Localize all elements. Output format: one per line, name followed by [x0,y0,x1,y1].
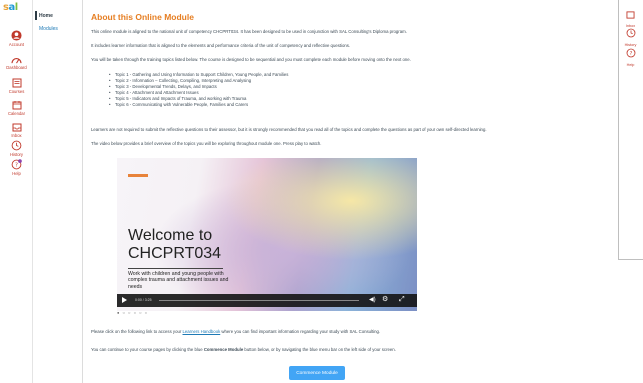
course-nav-home[interactable]: Home [39,13,53,19]
nav-calendar-label: Calendar [8,111,25,116]
help-icon: ? [11,159,22,170]
video-divider [128,268,223,269]
video-controls: 0:00 / 3:25 ◀) ⚙ ⤢ [117,294,417,307]
intro-text: This online module is aligned to the nat… [91,29,407,34]
continue-text: You can continue to your course pages by… [91,347,396,353]
video-intro-text: The video below provides a brief overvie… [91,141,322,146]
continue-bold: Commence Module [203,347,244,352]
handbook-text: Please click on the following link to ac… [91,329,380,335]
nav-courses-label: Courses [8,89,25,94]
commence-module-button[interactable]: Commence Module [289,366,345,380]
svg-text:?: ? [629,51,632,57]
handbook-pre: Please click on the following link to ac… [91,329,183,334]
fullscreen-icon[interactable]: ⤢ [399,296,405,304]
video-player[interactable]: Welcome to CHCPRT034 Work with children … [117,158,417,311]
right-nav-history[interactable]: History [618,25,643,47]
nav-calendar[interactable]: Calendar [0,100,33,116]
video-code-text: CHCPRT034 [128,245,222,262]
video-time: 0:00 / 3:25 [135,297,152,302]
nav-help[interactable]: ? Help [0,159,33,176]
nav-history[interactable]: History [0,140,33,157]
svg-text:?: ? [15,163,18,169]
history-icon [11,140,22,151]
nav-account-label: Account [8,42,25,47]
inbox-icon [626,11,635,19]
dashboard-icon [11,58,22,64]
continue-pre: You can continue to your course pages by… [91,347,204,352]
account-icon [11,30,22,41]
nav-dashboard-label: Dashboard [6,65,27,70]
page-title: About this Online Module [91,12,194,22]
global-nav: sal Account Dashboard Courses Calendar I… [0,0,33,383]
continue-post: button below, or by navigating the blue … [243,347,396,352]
video-progress-track[interactable] [159,300,359,301]
active-indicator [35,11,37,20]
nav-history-label: History [9,152,24,157]
right-nav-help[interactable]: ? Help [618,45,643,67]
help-icon: ? [626,48,635,58]
settings-icon[interactable]: ⚙ [382,296,388,304]
play-icon[interactable] [122,297,127,303]
learner-info-text: It includes learner information that is … [91,43,351,48]
nav-inbox-label: Inbox [11,133,22,138]
course-nav: Home Modules [33,0,83,383]
right-nav-help-label: Help [626,63,635,67]
volume-icon[interactable]: ◀) [369,297,376,304]
topic-item: Topic 6 - Communicating with Vulnerable … [109,102,288,108]
video-accent-bar [128,174,148,177]
nav-courses[interactable]: Courses [0,78,33,94]
course-nav-modules[interactable]: Modules [39,26,58,32]
sequence-text: You will be taken through the training t… [91,57,411,62]
courses-icon [12,78,21,88]
nav-account[interactable]: Account [0,30,33,47]
calendar-icon [12,101,21,110]
nav-dashboard[interactable]: Dashboard [0,55,33,70]
nav-inbox[interactable]: Inbox [0,122,33,138]
right-nav-panel: Inbox History ? Help [616,0,643,383]
inbox-icon [12,123,21,132]
video-pagination-dots: ● ○ ○ ○ ○ ○ [117,310,149,315]
history-icon [626,28,635,38]
learners-handbook-link[interactable]: Learners Handbook [182,329,220,334]
sal-logo[interactable]: sal [3,2,31,18]
reflective-text: Learners are not required to submit the … [91,127,487,132]
video-welcome-text: Welcome to [128,227,213,244]
video-subtitle: Work with children and young people with… [128,271,229,290]
topic-list: Topic 1 - Gathering and Using Informatio… [109,72,288,109]
nav-help-label: Help [12,171,21,176]
handbook-post: where you can find important information… [220,329,381,334]
